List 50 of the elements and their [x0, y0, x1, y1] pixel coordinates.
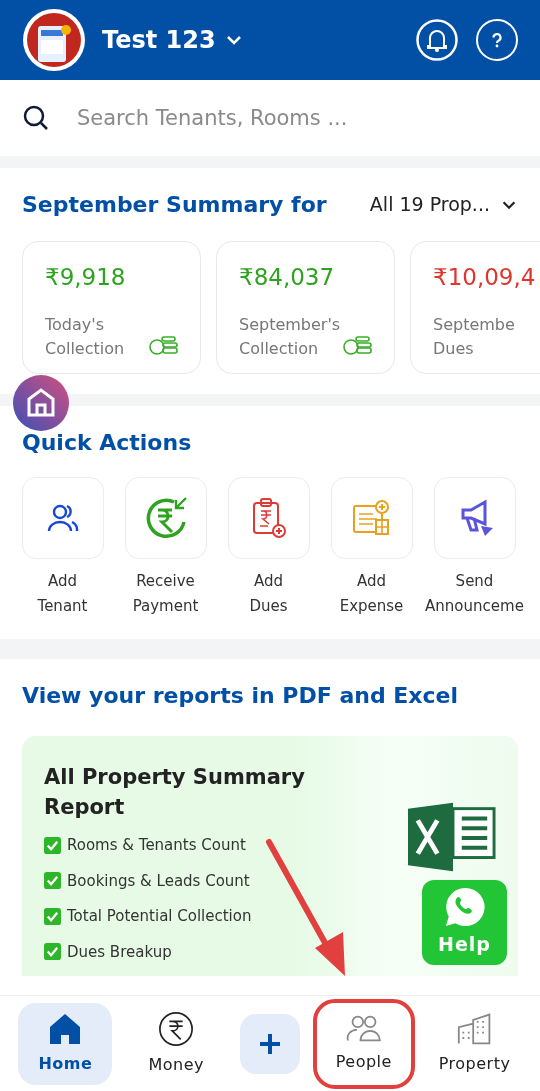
report-title: All Property Summary Report — [44, 764, 306, 821]
people-icon — [345, 1013, 382, 1044]
coins-icon — [148, 335, 178, 355]
summary-card[interactable]: ₹84,037 September's Collection — [216, 241, 395, 374]
quick-action-button[interactable]: Add Tenant — [11, 477, 114, 619]
amount-text: ₹10,09,4 — [433, 263, 537, 292]
amount-text: ₹84,037 — [239, 263, 336, 292]
amount-text: ₹9,918 — [45, 263, 127, 292]
checklist-item: Dues Breakup — [67, 941, 172, 963]
check-icon — [44, 907, 61, 925]
search-icon — [22, 104, 50, 132]
home-shortcut-icon[interactable] — [13, 375, 69, 431]
clipboard-plus-icon — [250, 497, 287, 539]
add-button[interactable] — [240, 1013, 300, 1074]
bell-icon[interactable] — [416, 19, 458, 61]
summary-card[interactable]: ₹10,09,4 Septembe Dues — [410, 241, 540, 374]
section-title: September Summary for — [22, 191, 328, 219]
checklist-item: Bookings & Leads Count — [67, 870, 250, 892]
account-switcher[interactable]: Test 123 — [102, 22, 244, 58]
check-icon — [44, 943, 61, 961]
nav-tab[interactable]: People — [316, 1002, 411, 1085]
check-icon — [44, 836, 61, 854]
search-field[interactable]: Search Tenants, Rooms ... — [0, 80, 540, 156]
quick-action-button[interactable]: Receive Payment — [114, 477, 217, 619]
nav-tab[interactable]: Home — [18, 1002, 113, 1085]
nav-tab[interactable]: Money — [129, 1002, 224, 1085]
quick-action-button[interactable]: Send Announceme — [423, 477, 526, 619]
ledger-calculator-icon — [351, 498, 392, 538]
building-icon — [456, 1011, 493, 1046]
property-filter-dropdown[interactable]: All 19 Prop... — [369, 190, 518, 219]
help-icon[interactable] — [476, 19, 518, 61]
card-label: Today's Collection — [45, 313, 126, 360]
coins-icon — [342, 335, 372, 355]
quick-action-button[interactable]: Add Expense — [320, 477, 423, 619]
whatsapp-icon — [443, 886, 486, 929]
checklist-item: Rooms & Tenants Count — [67, 835, 246, 856]
section-title: View your reports in PDF and Excel — [21, 682, 460, 710]
card-label: Septembe Dues — [433, 313, 516, 360]
profile-avatar[interactable] — [22, 8, 86, 72]
plus-icon — [258, 1031, 282, 1056]
checklist-item: Total Potential Collection — [67, 906, 252, 927]
card-label: September's Collection — [239, 313, 342, 360]
nav-tab[interactable]: Property — [427, 1002, 522, 1085]
summary-card[interactable]: ₹9,918 Today's Collection — [22, 241, 201, 374]
section-title: Quick Actions — [21, 429, 193, 457]
rupee-icon — [158, 1010, 195, 1047]
check-icon — [44, 872, 61, 890]
home-icon — [48, 1011, 83, 1046]
spreadsheet-icon — [408, 802, 496, 872]
quick-action-button[interactable]: Add Dues — [217, 477, 320, 619]
